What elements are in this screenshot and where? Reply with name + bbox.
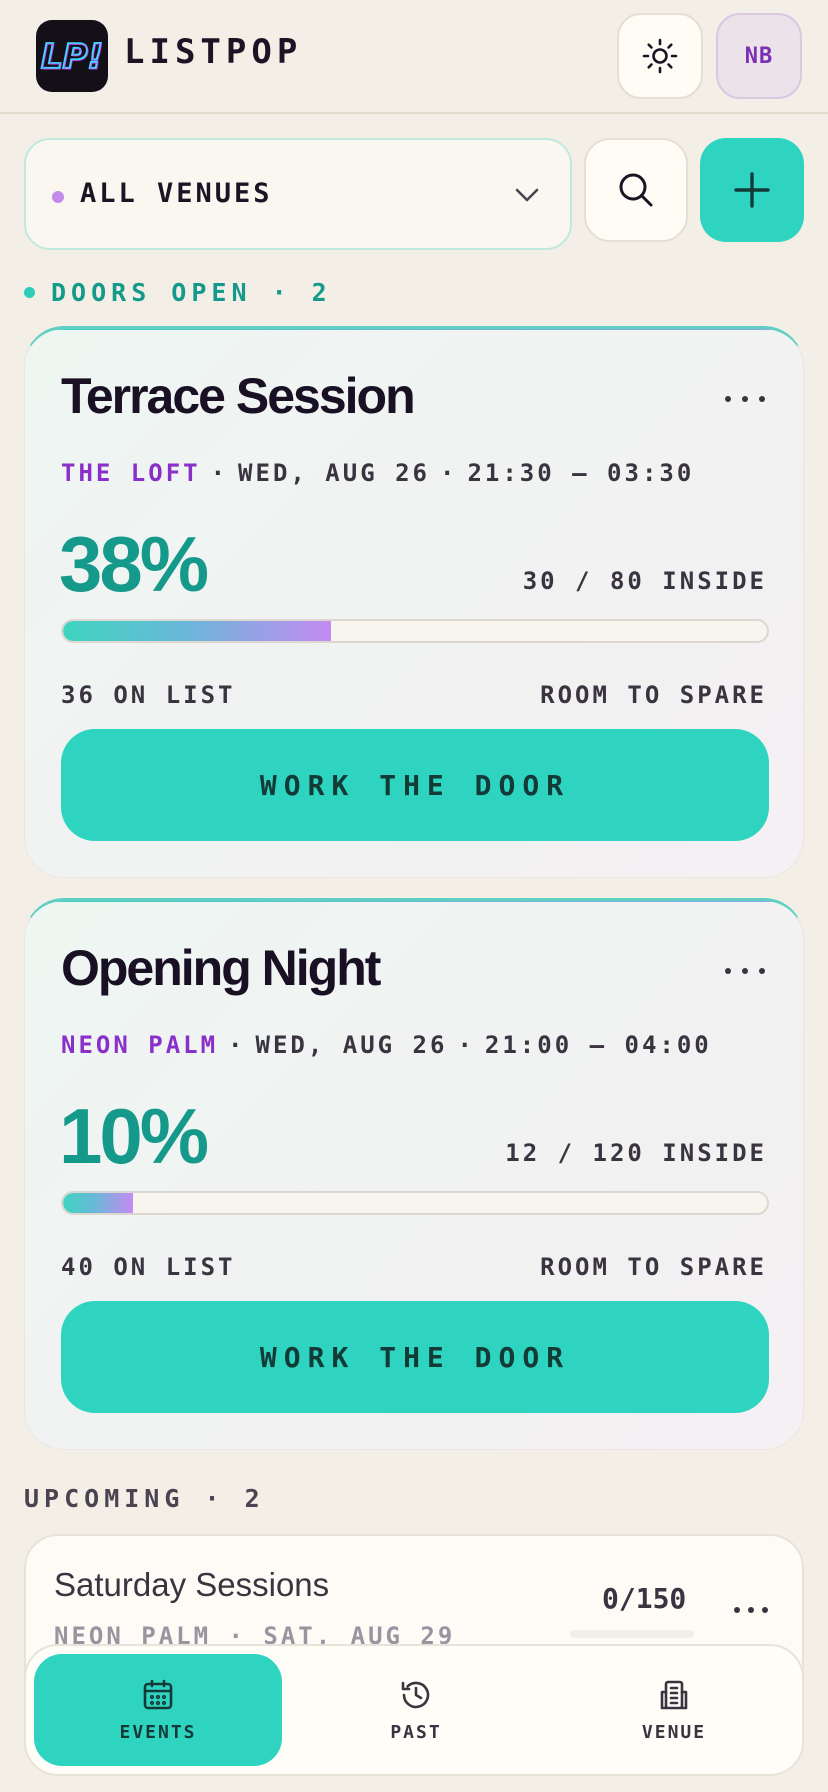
chevron-down-icon: [515, 188, 539, 202]
upcoming-event-title: Saturday Sessions: [54, 1566, 330, 1603]
listpop-logo[interactable]: LP! LP!: [36, 20, 108, 92]
history-icon: [401, 1681, 430, 1708]
upcoming-more-button[interactable]: [734, 1602, 768, 1618]
venue-select[interactable]: ALL VENUES: [24, 138, 572, 250]
search-icon: [619, 173, 653, 207]
on-list-count: 36 ON LIST: [61, 681, 236, 709]
work-the-door-button[interactable]: WORK THE DOOR: [61, 1301, 769, 1413]
building-icon: [660, 1680, 688, 1709]
nav-label-venue: VENUE: [641, 1721, 707, 1743]
nav-item-venue[interactable]: VENUE: [550, 1654, 798, 1766]
theme-toggle-button[interactable]: [617, 13, 703, 99]
event-card: Terrace Session THE LOFT · WED, AUG 26 · 21:…: [24, 326, 804, 878]
capacity-percent: 38%: [59, 520, 209, 608]
upcoming-capacity-bar: [570, 1630, 694, 1638]
capacity-bar-fill: [63, 621, 331, 641]
event-more-button[interactable]: [725, 389, 765, 409]
meta-separator: ·: [440, 459, 458, 487]
event-time: 21:30 — 03:30: [467, 459, 695, 487]
add-event-button[interactable]: [700, 138, 804, 242]
capacity-bar-fill: [63, 1193, 134, 1213]
inside-count: 12 / 120 INSIDE: [505, 1139, 767, 1167]
capacity-bar: [61, 1191, 769, 1215]
capacity-percent: 10%: [59, 1092, 209, 1180]
upcoming-capacity-count: 0/150: [602, 1582, 687, 1615]
section-upcoming: UPCOMING · 2: [24, 1484, 265, 1513]
svg-text:LP!: LP!: [42, 38, 104, 78]
event-title: Terrace Session: [61, 368, 416, 424]
meta-separator: ·: [210, 459, 229, 487]
sun-icon: [642, 38, 678, 74]
nav-item-past[interactable]: PAST: [292, 1654, 540, 1766]
event-time: 21:00 — 04:00: [484, 1031, 712, 1059]
capacity-status: ROOM TO SPARE: [540, 1253, 767, 1281]
meta-separator: ·: [228, 1031, 246, 1059]
plus-icon: [734, 172, 770, 208]
nav-item-events[interactable]: EVENTS: [34, 1654, 282, 1766]
capacity-bar: [61, 619, 769, 643]
event-meta: THE LOFT · WED, AUG 26 · 21:30 — 03:30: [61, 459, 694, 487]
event-date: WED, AUG 26: [238, 459, 430, 487]
event-venue: THE LOFT: [61, 459, 201, 487]
event-more-button[interactable]: [725, 961, 765, 981]
app-header: LP! LP! LISTPOP NB: [0, 0, 828, 114]
event-meta: NEON PALM · WED, AUG 26 · 21:00 — 04:00: [61, 1031, 712, 1059]
search-button[interactable]: [584, 138, 688, 242]
event-venue: NEON PALM: [61, 1031, 219, 1059]
inside-count: 30 / 80 INSIDE: [522, 567, 767, 595]
live-dot: [24, 287, 35, 298]
event-card: Opening Night NEON PALM · WED, AUG 26 · 21:0…: [24, 898, 804, 1450]
section-doors-open: DOORS OPEN · 2: [24, 278, 332, 307]
capacity-status: ROOM TO SPARE: [540, 681, 767, 709]
bottom-nav: EVENTS PAST VENUE: [24, 1644, 804, 1776]
calendar-icon: [143, 1679, 173, 1709]
work-the-door-button[interactable]: WORK THE DOOR: [61, 729, 769, 841]
nav-label-past: PAST: [390, 1721, 442, 1743]
section-doors-open-label: DOORS OPEN · 2: [51, 278, 332, 307]
event-date: WED, AUG 26: [255, 1031, 448, 1059]
app-name: LISTPOP: [124, 32, 303, 72]
venue-select-label: ALL VENUES: [80, 178, 273, 209]
user-avatar-button[interactable]: NB: [716, 13, 802, 99]
nav-label-events: EVENTS: [119, 1721, 197, 1743]
on-list-count: 40 ON LIST: [61, 1253, 236, 1281]
meta-separator: ·: [457, 1031, 475, 1059]
venue-dot: [52, 191, 64, 203]
event-title: Opening Night: [61, 940, 381, 996]
